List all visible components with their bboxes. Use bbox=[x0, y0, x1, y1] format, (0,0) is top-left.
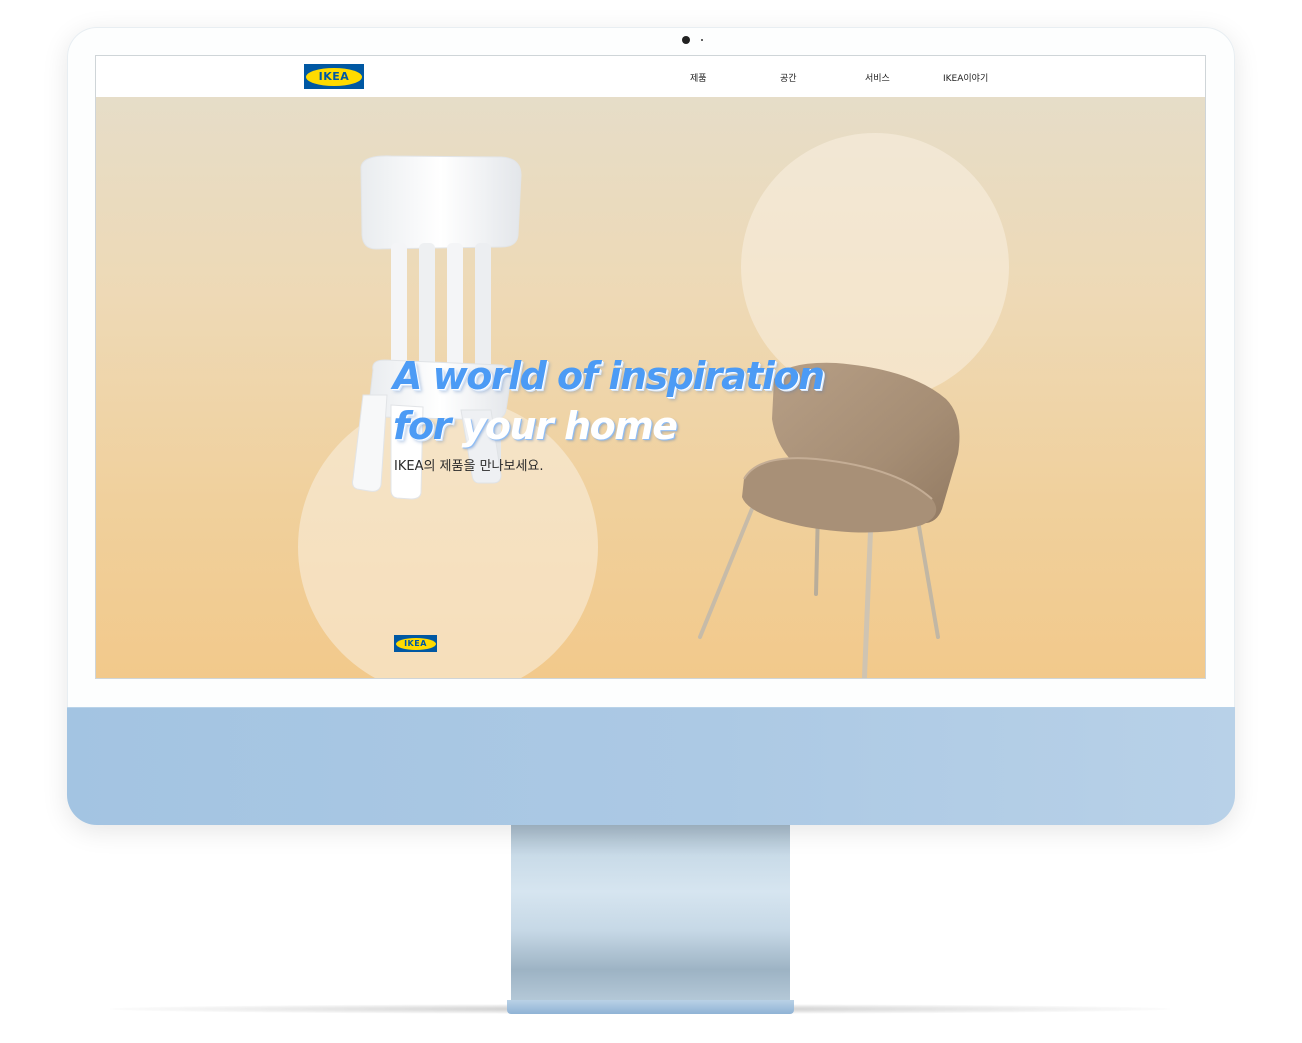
hero-section: A world of inspiration for your home IKEA… bbox=[96, 97, 1205, 678]
camera-sensor bbox=[701, 39, 703, 41]
hero-subtitle: IKEA의 제품을 만나보세요. bbox=[394, 459, 544, 474]
headline-line1: A world of inspiration bbox=[393, 354, 825, 398]
hero-ikea-logo[interactable]: IKEA bbox=[394, 635, 437, 652]
nav-item-ikea-story[interactable]: IKEA이야기 bbox=[943, 71, 988, 84]
camera-icon bbox=[682, 36, 690, 44]
ikea-logo[interactable]: IKEA bbox=[304, 64, 364, 89]
hero-ikea-logo-text: IKEA bbox=[404, 639, 427, 648]
website-screen: IKEA 제품 공간 서비스 IKEA이야기 A world of inspir… bbox=[95, 55, 1206, 679]
nav-item-spaces[interactable]: 공간 bbox=[780, 71, 797, 84]
headline-line2-a: for bbox=[393, 404, 462, 448]
imac-chin bbox=[67, 707, 1235, 825]
ikea-logo-text: IKEA bbox=[318, 70, 350, 83]
imac-stand-foot bbox=[507, 1000, 794, 1014]
hero-headline: A world of inspiration for your home bbox=[393, 351, 825, 451]
navbar: IKEA 제품 공간 서비스 IKEA이야기 bbox=[96, 56, 1205, 98]
imac-stand bbox=[511, 824, 790, 1002]
headline-line2-b: your bbox=[461, 404, 554, 448]
nav-item-services[interactable]: 서비스 bbox=[865, 71, 890, 84]
nav-item-products[interactable]: 제품 bbox=[690, 71, 707, 84]
ikea-logo-oval: IKEA bbox=[306, 67, 362, 86]
hero-ikea-logo-oval: IKEA bbox=[395, 637, 436, 650]
headline-line2-c: home bbox=[552, 404, 678, 448]
